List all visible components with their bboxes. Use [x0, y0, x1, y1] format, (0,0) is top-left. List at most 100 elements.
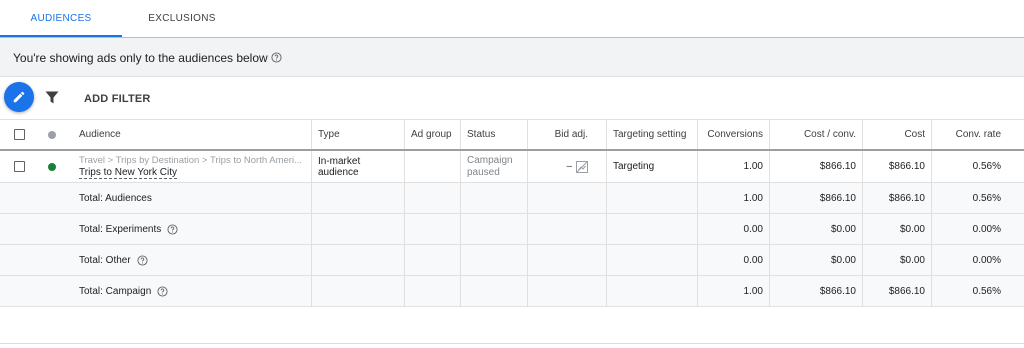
total-empty-cell [311, 276, 404, 306]
total-label: Total: Other [79, 254, 131, 266]
filter-icon[interactable] [45, 91, 59, 109]
total-empty-cell [527, 183, 606, 213]
column-header-status[interactable]: Status [460, 120, 527, 149]
column-header-targeting-setting[interactable]: Targeting setting [606, 120, 697, 149]
total-label-cell: Total: Audiences [66, 183, 311, 213]
header-checkbox-cell [0, 120, 38, 149]
column-header-cost-per-conv[interactable]: Cost / conv. [769, 120, 862, 149]
status-dot-icon [48, 130, 56, 139]
total-empty-cell [38, 276, 66, 306]
total-empty-cell [460, 245, 527, 275]
total-cost: $0.00 [862, 245, 931, 275]
enabled-status-dot-icon[interactable] [48, 162, 56, 171]
help-icon[interactable] [157, 285, 168, 297]
audience-name-link[interactable]: Trips to New York City [79, 167, 177, 179]
total-empty-cell [0, 276, 38, 306]
bottom-divider [0, 343, 1024, 344]
info-bar-message: You're showing ads only to the audiences… [13, 51, 282, 66]
total-conversions: 1.00 [697, 183, 769, 213]
total-empty-cell [38, 214, 66, 244]
total-label: Total: Experiments [79, 223, 162, 235]
cost-cell: $866.10 [862, 151, 931, 182]
total-conv-rate: 0.56% [931, 183, 1024, 213]
total-empty-cell [0, 214, 38, 244]
row-checkbox-cell [0, 151, 38, 182]
total-label-cell: Total: Campaign [66, 276, 311, 306]
total-label: Total: Audiences [79, 192, 152, 204]
tab-bar: AUDIENCES EXCLUSIONS [0, 0, 1024, 37]
audience-cell: Travel > Trips by Destination > Trips to… [66, 151, 311, 182]
status-cell: Campaign paused [460, 151, 527, 182]
total-empty-cell [404, 214, 460, 244]
ad-group-cell [404, 151, 460, 182]
column-header-conversions[interactable]: Conversions [697, 120, 769, 149]
info-bar-text: You're showing ads only to the audiences… [13, 51, 268, 65]
total-empty-cell [38, 183, 66, 213]
total-empty-cell [404, 245, 460, 275]
total-conversions: 0.00 [697, 214, 769, 244]
total-conversions: 0.00 [697, 245, 769, 275]
column-header-ad-group[interactable]: Ad group [404, 120, 460, 149]
total-empty-cell [606, 276, 697, 306]
info-bar: You're showing ads only to the audiences… [0, 37, 1024, 77]
total-empty-cell [460, 276, 527, 306]
conversions-cell: 1.00 [697, 151, 769, 182]
column-header-conv-rate[interactable]: Conv. rate [931, 120, 1024, 149]
bid-adj-cell[interactable]: – [527, 151, 606, 182]
total-empty-cell [404, 183, 460, 213]
column-header-type[interactable]: Type [311, 120, 404, 149]
total-cost-per-conv: $0.00 [769, 245, 862, 275]
total-empty-cell [38, 245, 66, 275]
header-status-cell [38, 120, 66, 149]
total-empty-cell [311, 214, 404, 244]
table-toolbar: ADD FILTER [0, 77, 1024, 120]
total-cost: $866.10 [862, 183, 931, 213]
total-empty-cell [311, 183, 404, 213]
row-checkbox[interactable] [13, 161, 25, 172]
pencil-icon [13, 91, 25, 103]
total-row-experiments: Total: Experiments 0.00 $0.00 $0.00 0.00… [0, 214, 1024, 245]
select-all-checkbox[interactable] [13, 129, 25, 140]
status-line-1: Campaign [467, 154, 513, 166]
bid-adj-value: – [566, 161, 572, 172]
help-icon[interactable] [271, 52, 282, 66]
total-cost: $866.10 [862, 276, 931, 306]
column-header-cost[interactable]: Cost [862, 120, 931, 149]
total-empty-cell [0, 183, 38, 213]
total-empty-cell [606, 245, 697, 275]
total-empty-cell [0, 245, 38, 275]
row-status-cell [38, 151, 66, 182]
total-row-other: Total: Other 0.00 $0.00 $0.00 0.00% [0, 245, 1024, 276]
table-row: Travel > Trips by Destination > Trips to… [0, 151, 1024, 183]
total-empty-cell [404, 276, 460, 306]
total-label-cell: Total: Experiments [66, 214, 311, 244]
total-empty-cell [460, 183, 527, 213]
column-header-bid-adj[interactable]: Bid adj. [527, 120, 606, 149]
column-header-audience[interactable]: Audience [66, 120, 311, 149]
total-cost-per-conv: $866.10 [769, 183, 862, 213]
total-empty-cell [311, 245, 404, 275]
total-row-audiences: Total: Audiences 1.00 $866.10 $866.10 0.… [0, 183, 1024, 214]
total-cost-per-conv: $866.10 [769, 276, 862, 306]
total-empty-cell [606, 214, 697, 244]
chart-off-icon [576, 160, 588, 173]
type-cell: In-market audience [311, 151, 404, 182]
total-label-cell: Total: Other [66, 245, 311, 275]
audience-path: Travel > Trips by Destination > Trips to… [79, 154, 302, 166]
table-header-row: Audience Type Ad group Status Bid adj. T… [0, 120, 1024, 151]
help-icon[interactable] [137, 254, 148, 266]
total-row-campaign: Total: Campaign 1.00 $866.10 $866.10 0.5… [0, 276, 1024, 307]
total-cost-per-conv: $0.00 [769, 214, 862, 244]
edit-button[interactable] [4, 82, 34, 112]
help-icon[interactable] [167, 223, 178, 235]
tab-exclusions[interactable]: EXCLUSIONS [122, 0, 242, 37]
targeting-setting-cell: Targeting [606, 151, 697, 182]
add-filter-button[interactable]: ADD FILTER [84, 93, 151, 105]
total-empty-cell [606, 183, 697, 213]
status-line-2: paused [467, 166, 500, 178]
total-conversions: 1.00 [697, 276, 769, 306]
tab-audiences[interactable]: AUDIENCES [0, 0, 122, 37]
total-empty-cell [527, 276, 606, 306]
total-conv-rate: 0.00% [931, 214, 1024, 244]
total-empty-cell [460, 214, 527, 244]
